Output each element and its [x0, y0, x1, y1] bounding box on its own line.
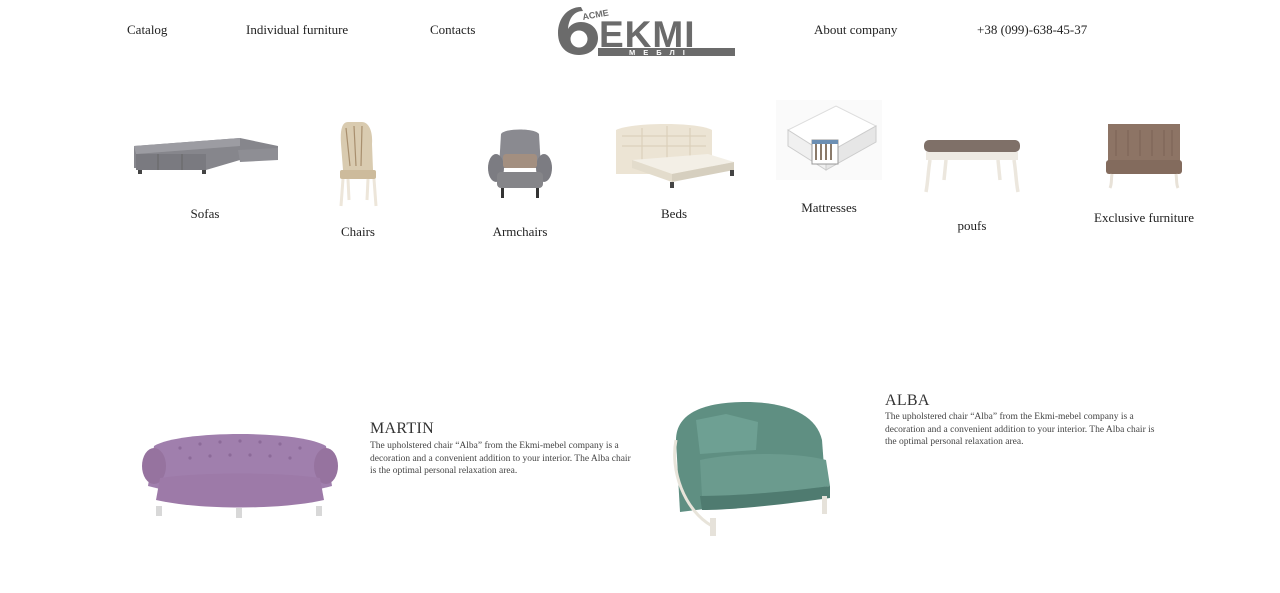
chair-image-icon: [339, 122, 378, 207]
category-exclusive-furniture[interactable]: Exclusive furniture: [1090, 120, 1198, 232]
category-beds[interactable]: Beds: [612, 120, 736, 224]
nav-individual-furniture[interactable]: Individual furniture: [246, 22, 348, 38]
category-label: Chairs: [341, 224, 375, 239]
alba-chair-image[interactable]: [666, 400, 838, 540]
site-logo[interactable]: ACME EKMI МЕБЛІ: [555, 3, 737, 57]
product-description: The upholstered chair “Alba” from the Ek…: [885, 412, 1155, 447]
category-label: Beds: [661, 206, 687, 221]
martin-sofa-icon: [142, 434, 338, 518]
category-mattresses[interactable]: Mattresses: [776, 100, 882, 218]
category-label: Sofas: [190, 206, 220, 221]
category-armchairs[interactable]: Armchairs: [478, 128, 562, 242]
logo-sub-text: МЕБЛІ: [629, 48, 693, 57]
category-label: poufs: [957, 218, 987, 233]
bed-image-icon: [616, 124, 734, 188]
exclusive-sofa-image-icon: [1106, 124, 1182, 189]
category-label: Exclusive furniture: [1094, 210, 1194, 225]
category-label: Mattresses: [801, 200, 857, 215]
category-poufs[interactable]: poufs: [922, 136, 1022, 236]
nav-phone[interactable]: +38 (099)-638-45-37: [977, 22, 1087, 38]
sofa-image-icon: [134, 138, 278, 174]
product-description: The upholstered chair “Alba” from the Ek…: [370, 441, 631, 476]
category-chairs[interactable]: Chairs: [318, 120, 398, 242]
armchair-image-icon: [488, 129, 552, 198]
nav-contacts[interactable]: Contacts: [430, 22, 476, 38]
mattress-image-icon: [776, 100, 882, 180]
category-sofas[interactable]: Sofas: [128, 124, 282, 224]
martin-sofa-image[interactable]: [140, 426, 340, 522]
category-label: Armchairs: [492, 224, 548, 239]
pouf-image-icon: [924, 140, 1020, 193]
nav-catalog[interactable]: Catalog: [127, 22, 167, 38]
alba-chair-icon: [673, 402, 830, 536]
product-title: ALBA: [885, 392, 930, 409]
ekmi-logo-icon: ACME EKMI МЕБЛІ: [558, 7, 735, 57]
nav-about-company[interactable]: About company: [814, 22, 897, 38]
product-title: MARTIN: [370, 420, 434, 437]
